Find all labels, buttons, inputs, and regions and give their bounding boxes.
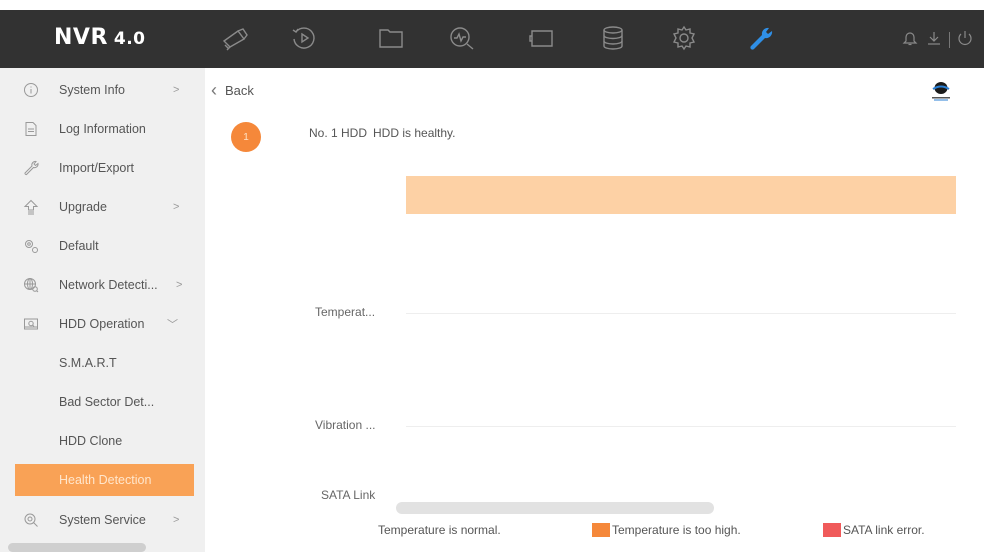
temperature-row-line [406,313,956,314]
back-button[interactable]: ‹ Back [211,80,254,100]
top-right-controls [901,30,974,50]
sidebar-item-label: Default [59,239,99,253]
sidebar-item-log-information[interactable]: Log Information [0,110,205,148]
smart-analysis-icon[interactable] [445,24,479,52]
sidebar-item-label: Network Detecti... [59,278,158,292]
sidebar-item-label: HDD Clone [59,434,123,448]
vibration-row-line [406,426,956,427]
app-logo: NVR 4.0 [54,25,146,53]
app-name: NVR [54,25,108,50]
legend-label: Temperature is normal. [378,523,501,537]
sidebar-item-system-info[interactable]: System Info > [0,71,205,109]
info-circle-icon [22,81,40,99]
legend-swatch-orange [592,523,610,537]
sidebar-scrollbar[interactable] [8,543,146,552]
separator [949,32,950,48]
vibration-row-label: Vibration ... [315,418,376,432]
brand-logo [932,82,950,101]
sidebar-item-system-service[interactable]: System Service > [0,501,205,539]
sidebar-item-label: System Info [59,83,125,97]
notification-bell-icon[interactable] [901,29,919,52]
legend-label: Temperature is too high. [612,523,741,537]
sidebar-item-smart[interactable]: S.M.A.R.T [0,344,205,382]
sidebar-item-health-detection[interactable]: Health Detection [15,464,194,496]
back-label: Back [225,82,254,98]
camera-management-icon[interactable] [525,24,559,52]
settings-gear-icon[interactable] [667,24,701,52]
chart-horizontal-scrollbar[interactable] [396,502,714,514]
sidebar-item-label: Log Information [59,122,146,136]
sidebar-item-hdd-clone[interactable]: HDD Clone [0,422,205,460]
chevron-down-icon: ﹀ [167,319,178,331]
sidebar-item-label: HDD Operation [59,317,145,331]
storage-icon[interactable] [596,24,630,52]
chevron-right-icon: > [176,279,183,291]
download-icon[interactable] [925,29,943,52]
top-bar: NVR 4.0 [0,0,984,68]
chevron-left-icon: ‹ [211,80,217,100]
legend-label: SATA link error. [843,523,925,537]
legend-swatch-red [823,523,841,537]
maintenance-wrench-icon[interactable] [744,24,778,52]
hdd-status-text: HDD is healthy. [373,126,456,140]
sidebar-item-label: Upgrade [59,200,107,214]
log-document-icon [22,120,40,138]
sidebar-item-label: System Service [59,513,146,527]
hdd-status-number: No. 1 HDD [309,126,368,140]
legend-normal: Temperature is normal. [378,522,501,538]
default-gears-icon [22,237,40,255]
legend-too-high: Temperature is too high. [592,522,741,538]
sata-link-row-label: SATA Link [321,488,376,502]
hdd-operation-icon [22,315,40,333]
temperature-band [406,176,956,214]
file-folder-icon[interactable] [374,24,408,52]
playback-icon[interactable] [287,24,321,52]
live-view-camera-icon[interactable] [218,24,252,52]
chevron-right-icon: > [173,514,180,526]
sidebar-item-label: Bad Sector Det... [59,395,155,409]
sidebar-item-network-detection[interactable]: Network Detecti... > [0,266,205,304]
legend-sata-error: SATA link error. [823,522,925,538]
sidebar-item-default[interactable]: Default [0,227,205,265]
sidebar-item-bad-sector-detection[interactable]: Bad Sector Det... [0,383,205,421]
sidebar-item-upgrade[interactable]: Upgrade > [0,188,205,226]
app-version: 4.0 [113,29,146,49]
sidebar-item-label: Health Detection [59,473,152,487]
sidebar: System Info > Log Information Import/Exp… [0,68,205,552]
import-export-wrench-icon [22,159,40,177]
sidebar-item-label: S.M.A.R.T [59,356,117,370]
chevron-right-icon: > [173,84,180,96]
chevron-right-icon: > [173,201,180,213]
top-border [0,0,984,10]
upgrade-arrow-icon [22,198,40,216]
system-service-icon [22,511,40,529]
hdd-number-badge[interactable]: 1 [231,122,261,152]
hdd-status: No. 1 HDD HDD is healthy. [309,126,456,140]
sidebar-item-label: Import/Export [59,161,135,175]
network-globe-icon [22,276,40,294]
temperature-row-label: Temperat... [315,305,376,319]
sidebar-item-import-export[interactable]: Import/Export [0,149,205,187]
power-icon[interactable] [956,29,974,52]
sidebar-item-hdd-operation[interactable]: HDD Operation ﹀ [0,305,205,343]
